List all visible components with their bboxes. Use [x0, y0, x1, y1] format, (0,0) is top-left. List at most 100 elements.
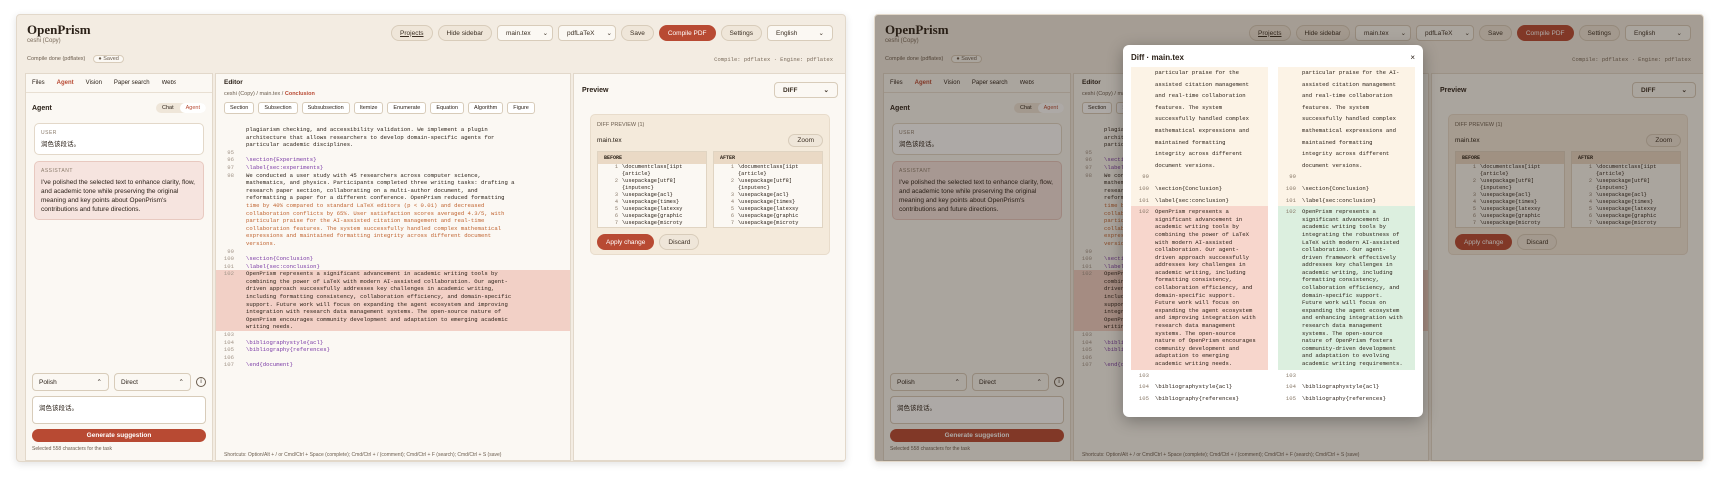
- code-line[interactable]: combining the power of LaTeX with modern…: [216, 277, 570, 286]
- hide-sidebar-button[interactable]: Hide sidebar: [437, 25, 493, 41]
- assistant-message: ASSISTANT I've polished the selected text…: [34, 161, 204, 220]
- insert-itemize-button[interactable]: Itemize: [353, 102, 384, 114]
- diff-line-text: \usepackage{graphic: [622, 213, 683, 219]
- insert-figure-button[interactable]: Figure: [507, 102, 535, 114]
- code-line[interactable]: 101 \label{sec:conclusion}: [216, 263, 570, 271]
- code-line[interactable]: particular academic disciplines.: [216, 141, 570, 149]
- code-line[interactable]: architecture that allows researchers to …: [216, 134, 570, 142]
- agent-prompt-input[interactable]: 润色该段话。: [32, 396, 206, 424]
- file-select[interactable]: main.tex ⌄: [497, 25, 554, 41]
- tab-paper-search[interactable]: Paper search: [114, 80, 150, 86]
- projects-button[interactable]: Projects: [391, 25, 433, 41]
- code-line[interactable]: driven approach successfully addresses k…: [216, 285, 570, 294]
- insert-subsubsection-button[interactable]: Subsubsection: [301, 102, 350, 114]
- engine-select[interactable]: pdfLaTeX ⌄: [558, 25, 617, 41]
- tab-vision[interactable]: Vision: [86, 80, 102, 86]
- tab-files[interactable]: Files: [32, 80, 45, 86]
- save-button[interactable]: Save: [621, 25, 654, 41]
- code-line[interactable]: 96 \section{Experiments}: [216, 156, 570, 164]
- insert-subsection-button[interactable]: Subsection: [258, 102, 298, 114]
- code-line[interactable]: plagiarism checking, and accessibility v…: [216, 126, 570, 134]
- modal-diff-columns: particular praise for the assisted citati…: [1123, 67, 1423, 407]
- diff-actions: Apply change Discard: [597, 234, 823, 250]
- code-line[interactable]: 102 OpenPrism represents a significant ad…: [216, 270, 570, 278]
- code-line[interactable]: time by 40% compared to standard LaTeX e…: [216, 202, 570, 210]
- tab-agent[interactable]: Agent: [57, 80, 74, 86]
- line-text: particular academic disciplines.: [246, 141, 354, 149]
- diff-line: 103: [1131, 370, 1268, 382]
- info-icon[interactable]: i: [196, 377, 206, 387]
- diff-line-text: document versions.: [1302, 161, 1363, 169]
- diff-line: successfully handled complex: [1131, 113, 1268, 125]
- code-line[interactable]: 98 We conducted a user study with 45 rese…: [216, 172, 570, 180]
- code-line[interactable]: 99: [216, 248, 570, 256]
- breadcrumb-file[interactable]: main.tex: [259, 91, 280, 97]
- settings-button[interactable]: Settings: [720, 25, 762, 41]
- mode-select[interactable]: Direct ⌃: [114, 373, 191, 391]
- code-line[interactable]: collaboration conflicts by 65%. User sat…: [216, 210, 570, 218]
- line-text: We conducted a user study with 45 resear…: [246, 171, 481, 179]
- code-line[interactable]: 103: [216, 331, 570, 339]
- code-line[interactable]: including formatting consistency, collab…: [216, 293, 570, 301]
- diff-line-text: mathematical expressions and: [1302, 126, 1396, 134]
- code-editor[interactable]: plagiarism checking, and accessibility v…: [216, 126, 570, 446]
- diff-row: 5 \usepackage{latexsy: [598, 206, 706, 213]
- zoom-button[interactable]: Zoom: [788, 134, 823, 147]
- diff-line-number: 103: [1138, 371, 1149, 379]
- apply-change-button[interactable]: Apply change: [597, 234, 655, 250]
- diff-row: {inputenc}: [598, 185, 706, 192]
- task-select[interactable]: Polish ⌃: [32, 373, 109, 391]
- diff-line: mathematical expressions and: [1131, 124, 1268, 137]
- code-line[interactable]: integration with research data managemen…: [216, 308, 570, 316]
- modal-after-column: particular praise for the AI-assisted ci…: [1278, 67, 1415, 407]
- user-label: USER: [41, 130, 57, 136]
- mode-agent-button[interactable]: Agent: [179, 103, 206, 113]
- insert-enumerate-button[interactable]: Enumerate: [387, 102, 427, 114]
- close-icon[interactable]: ×: [1410, 53, 1415, 62]
- code-line[interactable]: mathematics, and physics. Participants c…: [216, 179, 570, 187]
- insert-algorithm-button[interactable]: Algorithm: [468, 102, 504, 114]
- code-line[interactable]: 97 \label{sec:experiments}: [216, 164, 570, 172]
- insert-equation-button[interactable]: Equation: [430, 102, 465, 114]
- diff-line-number: 1: [730, 164, 734, 170]
- code-line[interactable]: research paper section, collaborating on…: [216, 187, 570, 195]
- code-line[interactable]: 100 \section{Conclusion}: [216, 255, 570, 263]
- compile-pdf-button[interactable]: Compile PDF: [658, 25, 716, 41]
- diff-row: 1 \documentclass[11pt: [714, 164, 822, 171]
- code-line[interactable]: expressions and maintained formatting in…: [216, 232, 570, 240]
- language-select[interactable]: English ⌄: [767, 25, 833, 41]
- toolbar: Projects Hide sidebar main.tex ⌄ pdfLaTeX…: [391, 25, 833, 42]
- diff-line-number: 102: [1285, 208, 1296, 216]
- preview-mode-select[interactable]: DIFF ⌄: [774, 82, 838, 98]
- diff-line-number: [1131, 92, 1155, 100]
- insert-section-button[interactable]: Section: [224, 102, 255, 114]
- code-line[interactable]: reformatting a paper for a different con…: [216, 194, 570, 202]
- code-line[interactable]: collaboration features. The system succe…: [216, 225, 570, 233]
- diff-line: successfully handled complex: [1278, 113, 1415, 125]
- code-line[interactable]: 95: [216, 149, 570, 157]
- diff-row: 3 \usepackage{acl}: [598, 192, 706, 199]
- code-line[interactable]: 105 \bibliography{references}: [216, 346, 570, 354]
- breadcrumb-project[interactable]: ceshi (Copy): [224, 91, 255, 97]
- diff-line: 100 \section{Conclusion}: [1278, 182, 1415, 195]
- line-number: [216, 278, 246, 286]
- tab-websearch[interactable]: Websearch: [162, 80, 176, 86]
- agent-header: Agent Chat Agent: [26, 93, 212, 123]
- diff-line-number: [714, 171, 738, 178]
- code-line[interactable]: 106: [216, 354, 570, 362]
- code-line[interactable]: writing needs.: [216, 323, 570, 332]
- assistant-message-text: I've polished the selected text to enhan…: [41, 179, 195, 213]
- code-line[interactable]: OpenPrism encourages community developme…: [216, 315, 570, 324]
- code-line[interactable]: 104 \bibliographystyle{acl}: [216, 339, 570, 347]
- generate-suggestion-button[interactable]: Generate suggestion: [32, 429, 206, 442]
- diff-preview-title: DIFF PREVIEW (1): [597, 122, 645, 128]
- discard-button[interactable]: Discard: [659, 234, 700, 250]
- diff-line-number: 3: [730, 192, 734, 198]
- code-line[interactable]: support. Future work will focus on expan…: [216, 300, 570, 309]
- code-line[interactable]: particular praise for the AI-assisted ci…: [216, 217, 570, 225]
- code-line[interactable]: 107 \end{document}: [216, 361, 570, 369]
- code-line[interactable]: versions.: [216, 240, 570, 248]
- mode-chat-button[interactable]: Chat: [156, 103, 180, 113]
- app-title: OpenPrism: [27, 22, 91, 37]
- line-text: [246, 248, 570, 256]
